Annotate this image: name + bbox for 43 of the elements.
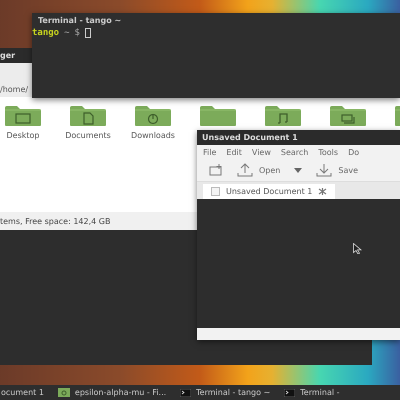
text-cursor (84, 28, 91, 38)
prompt-symbol: $ (74, 28, 80, 38)
folder-label: Downloads (131, 131, 175, 140)
folder-icon (4, 105, 42, 127)
folder-icon (134, 105, 172, 127)
terminal-icon (180, 388, 192, 396)
dropdown-caret-icon (294, 168, 302, 172)
taskbar-item[interactable]: ocument 1 (1, 388, 44, 397)
upload-arrow-icon (237, 163, 253, 177)
folder-icon (199, 105, 237, 127)
download-arrow-icon (316, 163, 332, 177)
open-button[interactable]: Open (235, 162, 282, 178)
menu-item[interactable]: Tools (318, 148, 338, 156)
window-title: Terminal - tango ~ (37, 16, 122, 27)
new-document-icon (209, 164, 223, 176)
window-title: ger (0, 51, 16, 60)
menu-item[interactable]: Do (348, 148, 360, 156)
dropdown-button[interactable] (292, 166, 304, 174)
document-tab[interactable]: Unsaved Document 1 (203, 184, 336, 199)
prompt-path: ~ (64, 28, 70, 38)
status-text: tems, Free space: 142,4 GB (0, 216, 110, 226)
save-button[interactable]: Save (314, 162, 360, 178)
prompt-user: tango (32, 28, 60, 38)
menu-item[interactable]: Edit (226, 148, 242, 156)
folder-label: Documents (65, 131, 111, 140)
path-bar[interactable]: /home/ (0, 84, 28, 94)
folder-icon (69, 105, 107, 127)
folder-icon (58, 388, 70, 397)
tab-label: Unsaved Document 1 (226, 187, 312, 196)
menu-item[interactable]: File (203, 148, 216, 156)
terminal-icon (284, 388, 296, 396)
folder-label: Desktop (6, 131, 40, 140)
document-icon (211, 187, 220, 196)
menu-item[interactable]: View (252, 148, 271, 156)
folder-icon (329, 105, 367, 127)
window-title: Unsaved Document 1 (202, 133, 298, 142)
menu-item[interactable]: Search (280, 148, 308, 156)
folder-icon (264, 105, 302, 127)
mouse-pointer-icon (353, 243, 362, 254)
taskbar-item[interactable]: Terminal - (300, 388, 340, 397)
taskbar-item[interactable]: epsilon-alpha-mu - Fi... (74, 388, 166, 397)
taskbar-item[interactable]: Terminal - tango ~ (196, 388, 270, 397)
close-icon (318, 188, 328, 195)
